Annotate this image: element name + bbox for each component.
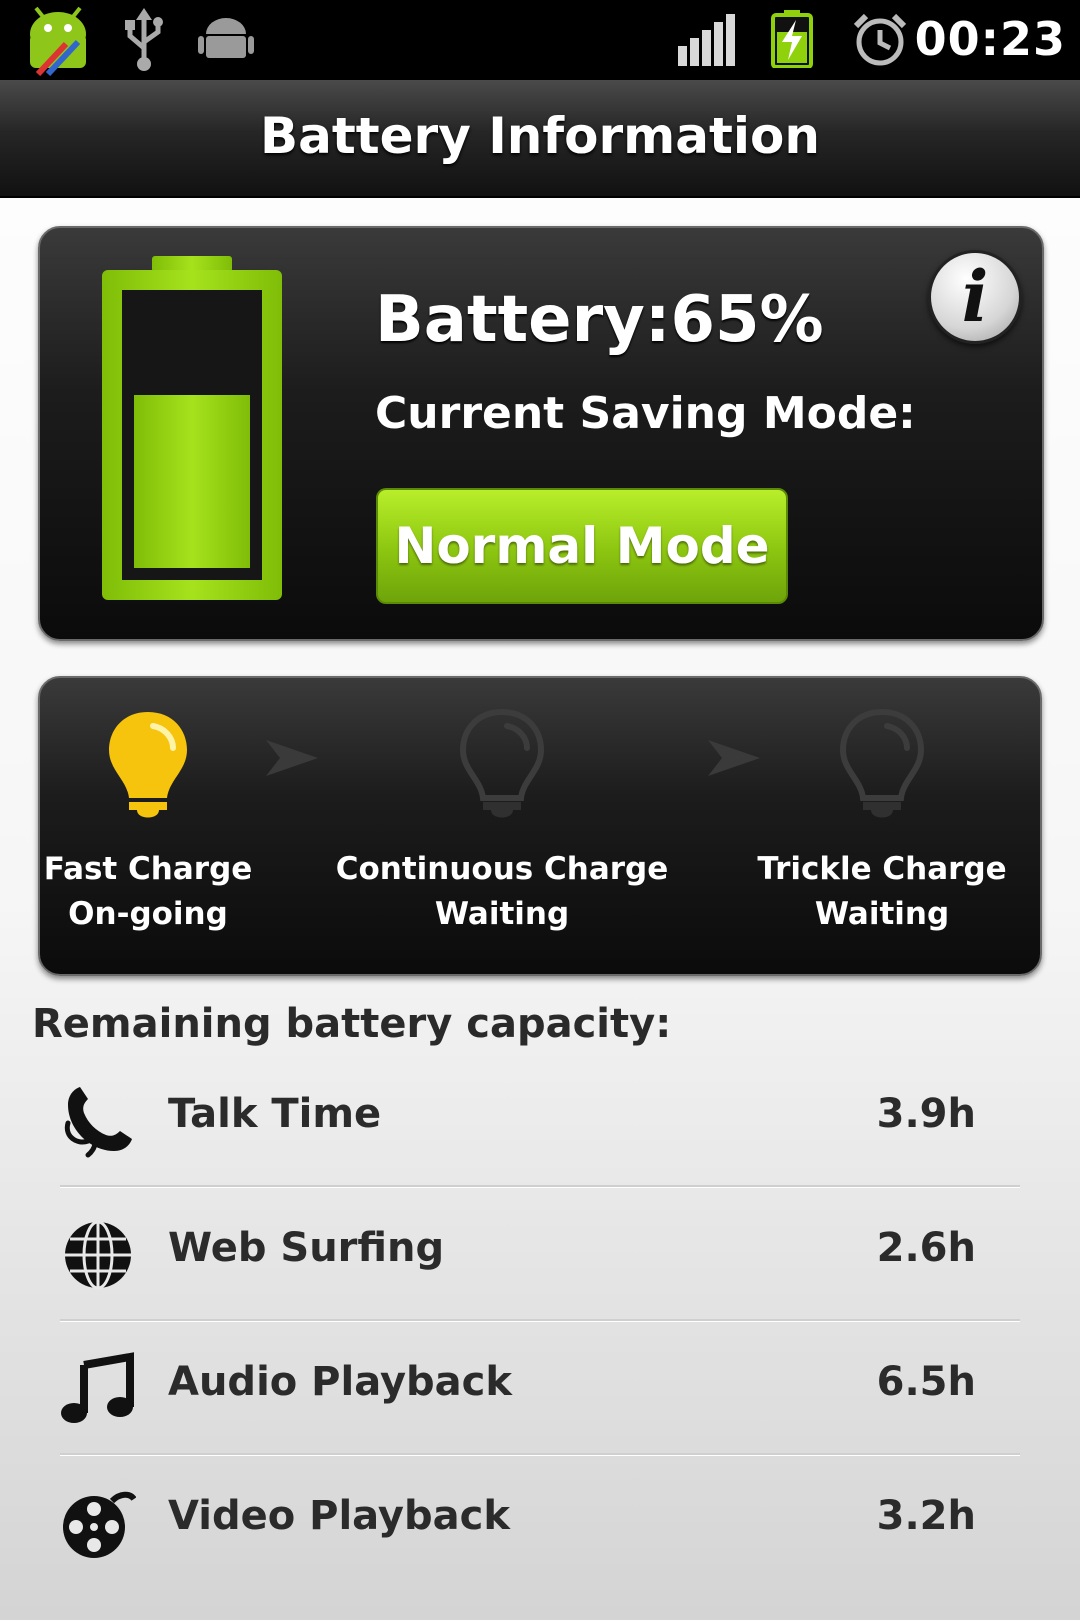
battery-percentage: Battery:65%: [375, 283, 824, 357]
title-bar: Battery Information: [0, 80, 1080, 198]
battery-panel: Battery:65% Current Saving Mode: Normal …: [38, 226, 1044, 641]
item-value: 3.9h: [876, 1091, 976, 1137]
battery-level-icon: [102, 256, 282, 600]
item-value: 6.5h: [876, 1359, 976, 1405]
lightbulb-icon: [109, 712, 187, 818]
film-reel-icon: [63, 1491, 136, 1558]
list-item-audio-playback: Audio Playback 6.5h: [60, 1321, 1020, 1455]
phone-icon: [64, 1087, 132, 1158]
item-value: 2.6h: [876, 1225, 976, 1271]
capacity-list: Talk Time 3.9h Web Surfing 2.6h Audio Pl…: [60, 1053, 1020, 1589]
stage-status: On-going: [68, 896, 228, 932]
android-debug-icon: [30, 6, 86, 76]
status-bar: 00:23: [0, 0, 1080, 80]
stage-name: Continuous Charge: [335, 851, 669, 887]
item-value: 3.2h: [876, 1493, 976, 1539]
info-button[interactable]: i: [928, 250, 1022, 344]
list-item-video-playback: Video Playback 3.2h: [60, 1455, 1020, 1589]
music-note-icon: [61, 1352, 134, 1423]
stage-name: Fast Charge: [43, 851, 253, 887]
capacity-heading: Remaining battery capacity:: [32, 1001, 672, 1047]
info-icon: i: [961, 255, 989, 338]
lightbulb-icon: [459, 708, 545, 818]
saving-mode-button[interactable]: Normal Mode: [376, 488, 788, 604]
item-label: Web Surfing: [168, 1225, 445, 1271]
item-label: Audio Playback: [168, 1359, 512, 1405]
stage-status: Waiting: [434, 896, 570, 932]
globe-icon: [65, 1220, 131, 1290]
android-icon: [198, 18, 254, 58]
stage-status: Waiting: [814, 896, 950, 932]
charge-stages-panel: Fast Charge On-going Continuous Charge W…: [38, 676, 1042, 976]
page-title: Battery Information: [259, 107, 820, 165]
saving-mode-label: Current Saving Mode:: [375, 388, 916, 439]
alarm-icon: [853, 13, 907, 66]
item-label: Talk Time: [168, 1091, 382, 1137]
list-item-talk-time: Talk Time 3.9h: [60, 1053, 1020, 1187]
stage-continuous-charge: Continuous Charge Waiting: [322, 708, 682, 934]
battery-charging-icon: [771, 10, 813, 68]
item-label: Video Playback: [168, 1493, 510, 1539]
signal-icon: [678, 14, 735, 66]
status-clock: 00:23: [914, 12, 1066, 66]
usb-icon: [125, 8, 163, 71]
list-item-web-surfing: Web Surfing 2.6h: [60, 1187, 1020, 1321]
lightbulb-icon: [839, 708, 925, 818]
battery-fill: [134, 395, 250, 568]
stage-trickle-charge: Trickle Charge Waiting: [702, 708, 1062, 934]
stage-name: Trickle Charge: [757, 851, 1007, 887]
arrow-right-icon: [266, 740, 318, 776]
